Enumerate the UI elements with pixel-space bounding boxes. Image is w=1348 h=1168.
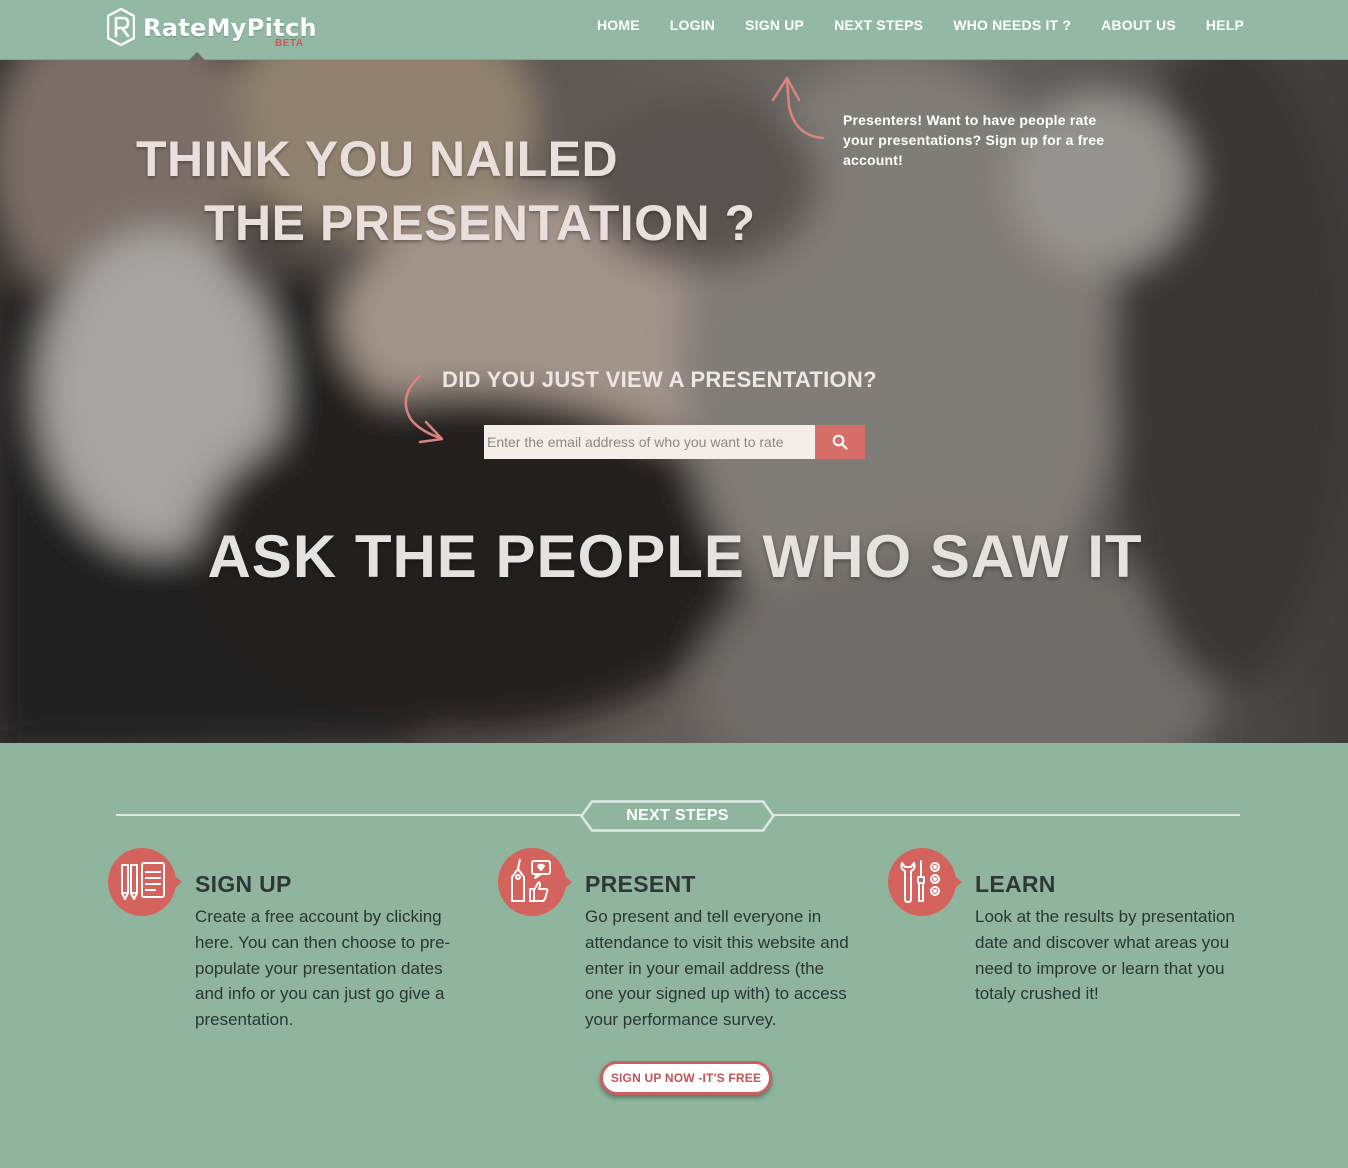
step-title: LEARN	[975, 871, 1056, 897]
step-sign-up: SIGN UP Create a free account by clickin…	[106, 847, 466, 1047]
search-icon	[832, 434, 848, 450]
presenter-note: Presenters! Want to have people rate you…	[843, 112, 1105, 168]
rate-search-form	[484, 425, 865, 459]
tag-thumbs-up-icon	[498, 848, 572, 916]
hero-title-line2: THE PRESENTATION ?	[204, 195, 756, 251]
next-steps-heading: NEXT STEPS	[626, 807, 729, 824]
main-nav: HOME LOGIN SIGN UP NEXT STEPS WHO NEEDS …	[597, 17, 1244, 33]
curved-arrow-up-icon	[771, 76, 825, 140]
navbar: RateMyPitch BETA HOME LOGIN SIGN UP NEXT…	[0, 0, 1348, 60]
step-description: Create a free account by clicking here. …	[195, 907, 451, 1030]
nav-help[interactable]: HELP	[1206, 17, 1244, 33]
nav-about-us[interactable]: ABOUT US	[1101, 17, 1176, 33]
viewer-question: DID YOU JUST VIEW A PRESENTATION?	[442, 367, 877, 392]
step-description: Look at the results by presentation date…	[975, 907, 1235, 1004]
step-title: PRESENT	[585, 871, 696, 897]
sign-up-now-button[interactable]: SIGN UP NOW -IT'S FREE	[600, 1061, 772, 1095]
search-button[interactable]	[815, 425, 865, 459]
step-description: Go present and tell everyone in attendan…	[585, 907, 849, 1030]
beta-badge: BETA	[275, 38, 304, 49]
tools-icon	[888, 848, 962, 916]
nav-login[interactable]: LOGIN	[670, 17, 715, 33]
hero-title-line1: THINK YOU NAILED	[136, 131, 619, 187]
nav-home[interactable]: HOME	[597, 17, 640, 33]
pencil-notepad-icon	[108, 848, 182, 916]
next-steps-section: NEXT STEPS SIGN UP Create a free account…	[0, 743, 1348, 1168]
presenter-email-input[interactable]	[484, 425, 815, 459]
nav-who-needs-it[interactable]: WHO NEEDS IT ?	[953, 17, 1071, 33]
hero-tagline: ASK THE PEOPLE WHO SAW IT	[207, 523, 1143, 590]
nav-caret	[189, 52, 205, 60]
brand-logo[interactable]: RateMyPitch BETA	[107, 6, 317, 52]
nav-next-steps[interactable]: NEXT STEPS	[834, 17, 923, 33]
step-learn: LEARN Look at the results by presentatio…	[886, 847, 1246, 1047]
next-steps-heading-badge: NEXT STEPS	[580, 800, 775, 832]
step-title: SIGN UP	[195, 871, 292, 897]
logo-mark-icon	[107, 8, 135, 46]
hero-section: THINK YOU NAILED THE PRESENTATION ? Pres…	[0, 60, 1348, 743]
nav-sign-up[interactable]: SIGN UP	[745, 17, 804, 33]
step-present: PRESENT Go present and tell everyone in …	[496, 847, 856, 1047]
